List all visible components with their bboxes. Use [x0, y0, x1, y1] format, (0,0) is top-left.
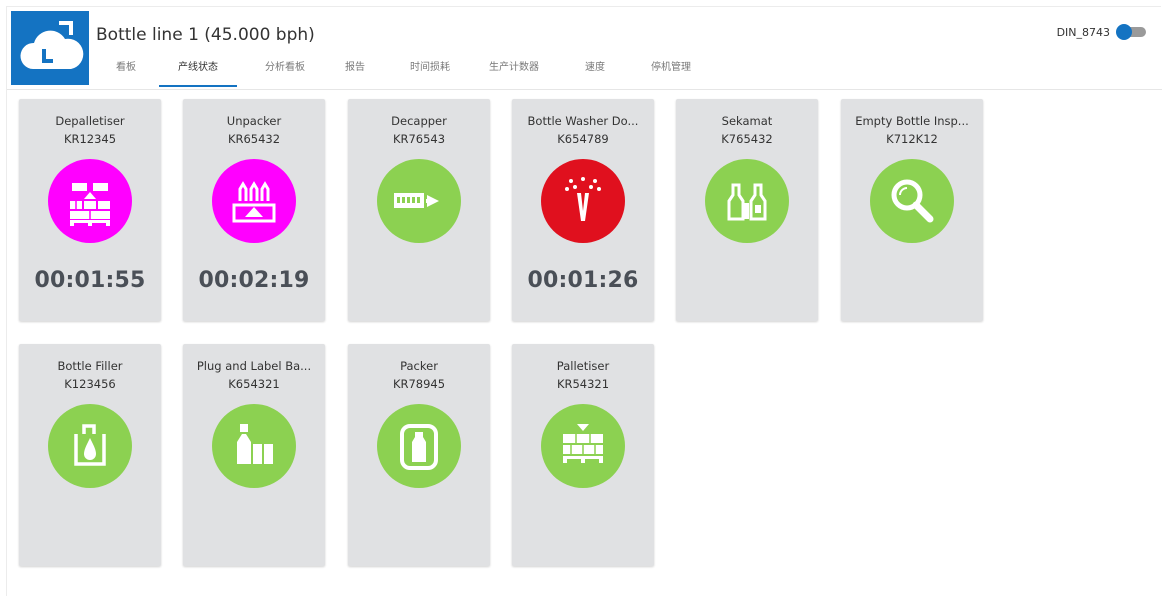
machine-name: Unpacker — [226, 114, 282, 128]
header: Bottle line 1 (45.000 bph) 看板 产线状态 分析看板 … — [7, 7, 1162, 90]
machine-name: Depalletiser — [55, 114, 125, 128]
machine-name: Palletiser — [556, 359, 610, 373]
machine-id: K654321 — [228, 377, 280, 391]
machine-id: KR65432 — [227, 132, 281, 146]
labeller-icon — [212, 404, 296, 488]
sekamat-icon — [705, 159, 789, 243]
machine-tile-sekamat[interactable]: Sekamat K765432 — [676, 99, 818, 321]
machine-tile-decapper[interactable]: Decapper KR76543 — [348, 99, 490, 321]
app-frame: Bottle line 1 (45.000 bph) 看板 产线状态 分析看板 … — [6, 6, 1162, 596]
machine-tile-depalletiser[interactable]: Depalletiser KR12345 00:01:55 — [19, 99, 161, 321]
machine-tile-packer[interactable]: Packer KR78945 — [348, 344, 490, 566]
palletiser-icon — [541, 404, 625, 488]
depalletiser-icon — [48, 159, 132, 243]
machine-id: KR76543 — [392, 132, 446, 146]
machine-name: Packer — [400, 359, 438, 373]
tab-time-loss[interactable]: 时间损耗 — [399, 57, 461, 87]
machine-id: KR78945 — [392, 377, 446, 391]
machine-name: Sekamat — [721, 114, 773, 128]
tab-speed[interactable]: 速度 — [575, 57, 615, 87]
machine-name: Bottle Washer Do... — [527, 114, 639, 128]
bottle-washer-icon — [541, 159, 625, 243]
tab-dashboard[interactable]: 看板 — [109, 57, 143, 87]
machine-name: Plug and Label Ba... — [196, 359, 312, 373]
tab-production-counter[interactable]: 生产计数器 — [479, 57, 549, 87]
downtime-timer: 00:01:26 — [527, 268, 639, 293]
machine-name: Decapper — [391, 114, 447, 128]
machine-name: Bottle Filler — [57, 359, 123, 373]
tab-downtime[interactable]: 停机管理 — [641, 57, 701, 87]
machine-id: K654789 — [557, 132, 609, 146]
inspector-magnifier-icon — [870, 159, 954, 243]
device-toggle-group: DIN_8743 — [1057, 23, 1146, 41]
packer-icon — [377, 404, 461, 488]
downtime-timer: 00:01:55 — [34, 268, 146, 293]
page-title: Bottle line 1 (45.000 bph) — [96, 25, 315, 45]
cloud-logo-icon[interactable] — [11, 11, 89, 85]
machine-id: KR54321 — [556, 377, 610, 391]
machine-id: K765432 — [721, 132, 773, 146]
toggle-knob — [1116, 24, 1132, 40]
device-toggle[interactable] — [1116, 24, 1146, 40]
machine-tile-palletiser[interactable]: Palletiser KR54321 — [512, 344, 654, 566]
machine-id: KR12345 — [63, 132, 117, 146]
machine-tile-bottle-filler[interactable]: Bottle Filler K123456 — [19, 344, 161, 566]
machine-id: K123456 — [64, 377, 116, 391]
tab-reports[interactable]: 报告 — [333, 57, 377, 87]
machine-tile-empty-bottle-inspector[interactable]: Empty Bottle Insp... K712K12 — [841, 99, 983, 321]
device-label: DIN_8743 — [1056, 25, 1110, 39]
unpacker-icon — [212, 159, 296, 243]
machine-tile-plug-and-label[interactable]: Plug and Label Ba... K654321 — [183, 344, 325, 566]
machine-tile-unpacker[interactable]: Unpacker KR65432 00:02:19 — [183, 99, 325, 321]
decapper-icon — [377, 159, 461, 243]
machine-id: K712K12 — [886, 132, 938, 146]
machine-name: Empty Bottle Insp... — [855, 114, 969, 128]
tab-analysis[interactable]: 分析看板 — [253, 57, 317, 87]
tab-line-status[interactable]: 产线状态 — [159, 57, 237, 87]
machine-tile-bottle-washer[interactable]: Bottle Washer Do... K654789 00:01:26 — [512, 99, 654, 321]
downtime-timer: 00:02:19 — [198, 268, 310, 293]
filler-icon — [48, 404, 132, 488]
